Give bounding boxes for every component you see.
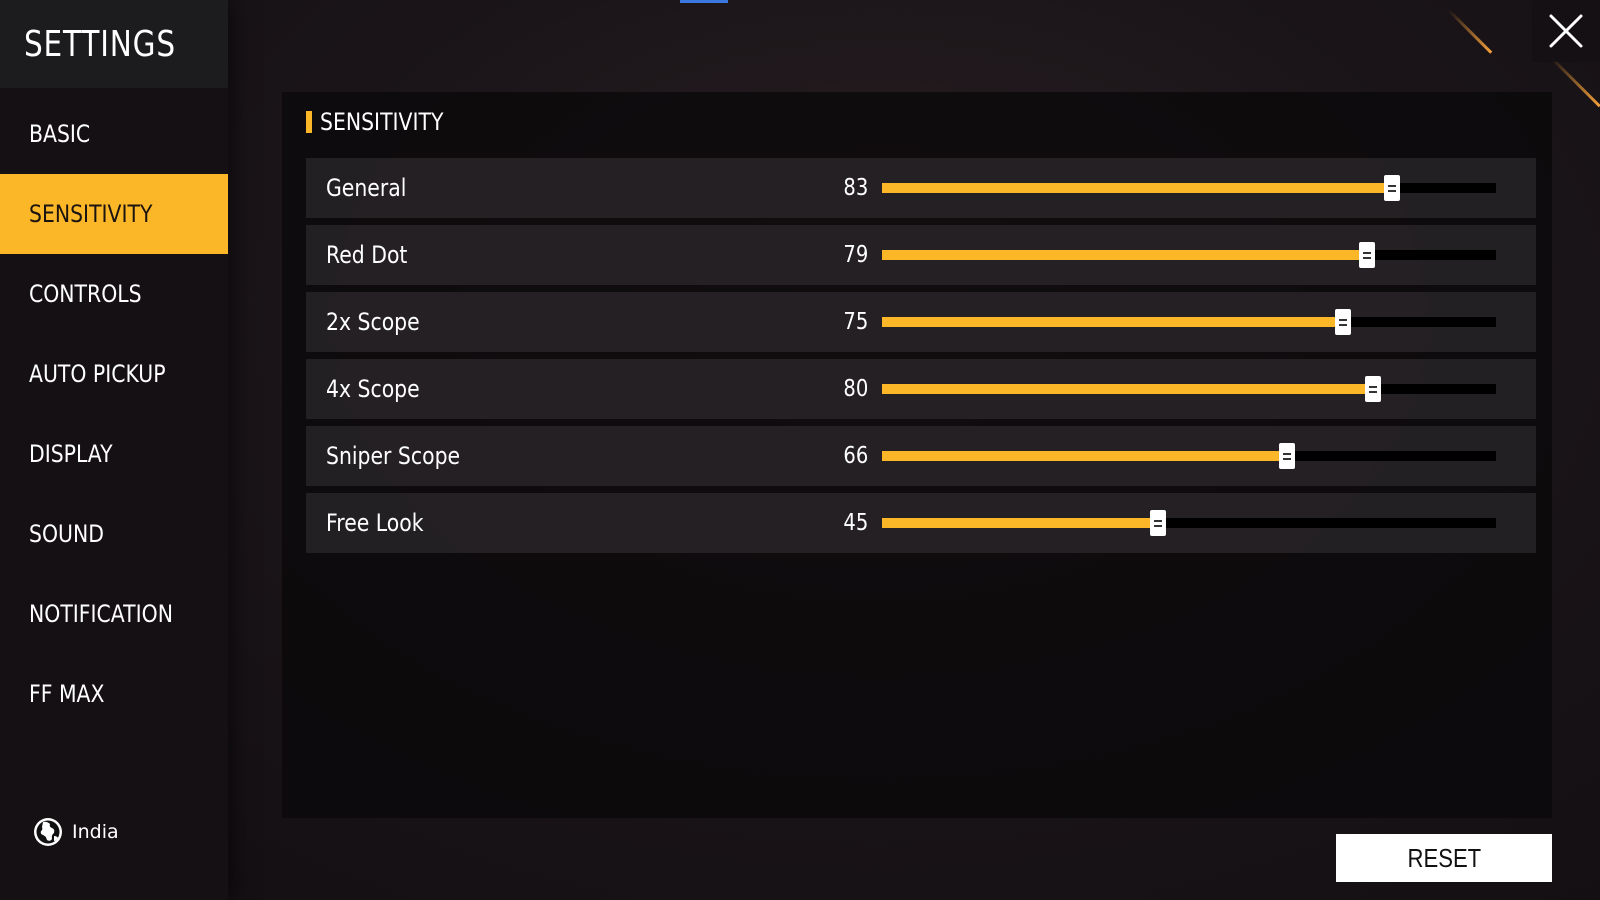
sidebar-item-controls[interactable]: CONTROLS: [0, 254, 228, 334]
reset-button[interactable]: RESET: [1336, 834, 1552, 882]
sensitivity-panel: SENSITIVITY General 83 Red Dot 79 2x Scope 75…: [282, 92, 1552, 818]
accent-bar: [306, 111, 312, 133]
region-label: India: [72, 821, 119, 843]
slider-fill: [882, 183, 1392, 193]
sidebar-item-label: CONTROLS: [29, 280, 142, 308]
row-value: 79: [843, 242, 868, 268]
slider-thumb[interactable]: [1359, 242, 1376, 268]
slider-thumb[interactable]: [1383, 175, 1400, 201]
sidebar-item-label: AUTO PICKUP: [29, 360, 166, 388]
page-title: SETTINGS: [24, 23, 176, 65]
sidebar-item-label: BASIC: [29, 120, 91, 148]
decorative-streak: [1549, 55, 1600, 108]
row-value: 75: [843, 309, 868, 335]
sidebar-item-auto-pickup[interactable]: AUTO PICKUP: [0, 334, 228, 414]
slider-fill: [882, 518, 1159, 528]
slider-fill: [882, 451, 1288, 461]
slider-fill: [882, 250, 1368, 260]
row-label: 4x Scope: [326, 375, 420, 403]
region-selector[interactable]: India: [32, 816, 119, 848]
sensitivity-row-red-dot: Red Dot 79: [306, 225, 1536, 285]
close-button[interactable]: [1532, 0, 1600, 62]
row-label: 2x Scope: [326, 308, 420, 336]
slider-thumb[interactable]: [1365, 376, 1382, 402]
row-label: General: [326, 174, 407, 202]
close-icon: [1549, 14, 1583, 48]
sensitivity-row-2x-scope: 2x Scope 75: [306, 292, 1536, 352]
sensitivity-row-4x-scope: 4x Scope 80: [306, 359, 1536, 419]
reset-label: RESET: [1407, 842, 1481, 873]
sidebar-item-label: FF MAX: [29, 680, 105, 708]
row-value: 80: [843, 376, 868, 402]
slider-track[interactable]: [882, 376, 1496, 402]
slider-thumb[interactable]: [1279, 443, 1296, 469]
row-value: 83: [843, 175, 868, 201]
sidebar-item-display[interactable]: DISPLAY: [0, 414, 228, 494]
row-value: 45: [843, 510, 868, 536]
sensitivity-row-sniper-scope: Sniper Scope 66: [306, 426, 1536, 486]
row-value: 66: [843, 443, 868, 469]
slider-thumb[interactable]: [1150, 510, 1167, 536]
sensitivity-rows: General 83 Red Dot 79 2x Scope 75 4x Scope 80 Sn…: [306, 158, 1536, 560]
slider-fill: [882, 384, 1374, 394]
row-label: Red Dot: [326, 241, 408, 269]
top-tab-indicator: [680, 0, 728, 3]
slider-track[interactable]: [882, 443, 1496, 469]
sidebar-nav: BASIC SENSITIVITY CONTROLS AUTO PICKUP D…: [0, 94, 228, 734]
sidebar-item-label: DISPLAY: [29, 440, 113, 468]
row-label: Sniper Scope: [326, 442, 461, 470]
slider-track[interactable]: [882, 510, 1496, 536]
slider-track[interactable]: [882, 242, 1496, 268]
slider-track[interactable]: [882, 309, 1496, 335]
slider-thumb[interactable]: [1334, 309, 1351, 335]
sidebar-item-sensitivity[interactable]: SENSITIVITY: [0, 174, 228, 254]
decorative-streak: [1447, 9, 1493, 54]
sensitivity-row-free-look: Free Look 45: [306, 493, 1536, 553]
sidebar-header: SETTINGS: [0, 0, 228, 88]
globe-icon: [34, 818, 62, 846]
sensitivity-row-general: General 83: [306, 158, 1536, 218]
row-label: Free Look: [326, 509, 424, 537]
slider-fill: [882, 317, 1343, 327]
panel-title: SENSITIVITY: [320, 108, 444, 136]
sidebar-item-basic[interactable]: BASIC: [0, 94, 228, 174]
sidebar-item-label: SENSITIVITY: [29, 200, 153, 228]
sidebar-item-sound[interactable]: SOUND: [0, 494, 228, 574]
panel-header: SENSITIVITY: [306, 108, 465, 136]
sidebar-item-ff-max[interactable]: FF MAX: [0, 654, 228, 734]
sidebar: SETTINGS BASIC SENSITIVITY CONTROLS AUTO…: [0, 0, 228, 900]
slider-track[interactable]: [882, 175, 1496, 201]
sidebar-item-label: NOTIFICATION: [29, 600, 173, 628]
sidebar-item-label: SOUND: [29, 520, 104, 548]
sidebar-item-notification[interactable]: NOTIFICATION: [0, 574, 228, 654]
